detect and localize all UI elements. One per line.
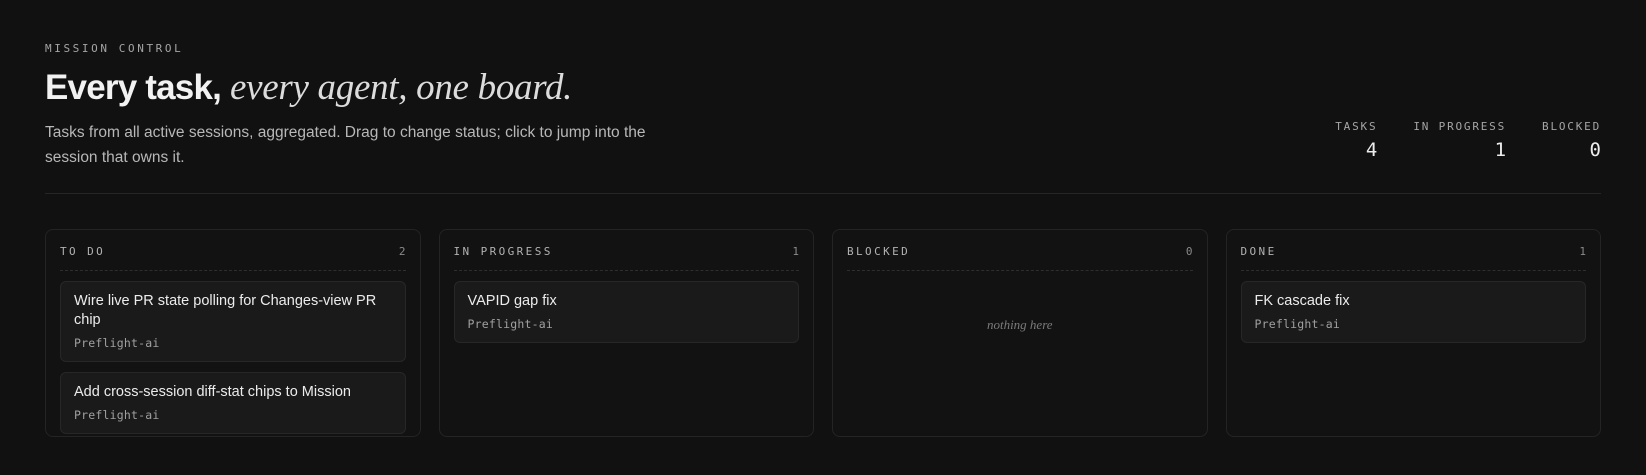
mission-control-page: MISSION CONTROL Every task, every agent,…	[0, 0, 1646, 475]
page-title: Every task, every agent, one board.	[45, 64, 572, 112]
task-title: FK cascade fix	[1254, 293, 1350, 309]
column-title: BLOCKED	[847, 245, 911, 258]
column-header: DONE 1	[1240, 243, 1586, 271]
task-title: VAPID gap fix	[467, 293, 557, 309]
column-title: TO DO	[60, 245, 106, 258]
page-subtitle: Tasks from all active sessions, aggregat…	[45, 124, 646, 166]
column-in-progress[interactable]: IN PROGRESS 1 VAPID gap fix Preflight-ai	[438, 229, 814, 437]
header-divider	[45, 193, 1601, 194]
task-card[interactable]: FK cascade fix Preflight-ai	[1240, 281, 1586, 343]
task-session: Preflight-ai	[74, 408, 160, 422]
column-done[interactable]: DONE 1 FK cascade fix Preflight-ai	[1225, 229, 1601, 437]
page-eyebrow: MISSION CONTROL	[45, 42, 184, 55]
task-title: Add cross-session diff-stat chips to Mis…	[74, 384, 351, 400]
stats-summary: TASKS 4 IN PROGRESS 1 BLOCKED 0	[1335, 120, 1601, 161]
column-count: 2	[398, 245, 406, 258]
column-title: IN PROGRESS	[453, 245, 553, 258]
stat-in-progress: IN PROGRESS 1	[1413, 120, 1506, 161]
stat-tasks: TASKS 4	[1335, 120, 1377, 161]
page-title-italic: every agent, one board.	[221, 67, 573, 108]
column-header: TO DO 2	[60, 243, 406, 271]
stat-blocked: BLOCKED 0	[1542, 120, 1601, 161]
column-title: DONE	[1240, 245, 1277, 258]
task-card[interactable]: VAPID gap fix Preflight-ai	[453, 281, 799, 343]
stat-value: 4	[1365, 139, 1378, 161]
column-blocked[interactable]: BLOCKED 0 nothing here	[832, 229, 1208, 437]
page-title-strong: Every task,	[45, 68, 222, 107]
stat-label: IN PROGRESS	[1413, 120, 1507, 133]
kanban-board: TO DO 2 Wire live PR state polling for C…	[45, 229, 1601, 437]
task-card[interactable]: Add cross-session diff-stat chips to Mis…	[60, 372, 406, 434]
column-count: 1	[1579, 245, 1586, 258]
stat-value: 1	[1494, 139, 1507, 161]
column-header: BLOCKED 0	[847, 243, 1193, 271]
column-header: IN PROGRESS 1	[453, 243, 799, 271]
empty-state: nothing here	[986, 317, 1053, 332]
task-session: Preflight-ai	[1254, 317, 1340, 331]
stat-value: 0	[1589, 139, 1601, 161]
column-todo[interactable]: TO DO 2 Wire live PR state polling for C…	[45, 229, 421, 437]
column-count: 0	[1185, 245, 1193, 258]
stat-label: TASKS	[1335, 120, 1378, 133]
stat-label: BLOCKED	[1542, 120, 1601, 133]
task-session: Preflight-ai	[467, 317, 553, 331]
task-title: Wire live PR state polling for Changes-v…	[74, 293, 377, 328]
column-count: 1	[792, 245, 799, 258]
task-session: Preflight-ai	[74, 336, 160, 350]
task-card[interactable]: Wire live PR state polling for Changes-v…	[60, 281, 406, 362]
